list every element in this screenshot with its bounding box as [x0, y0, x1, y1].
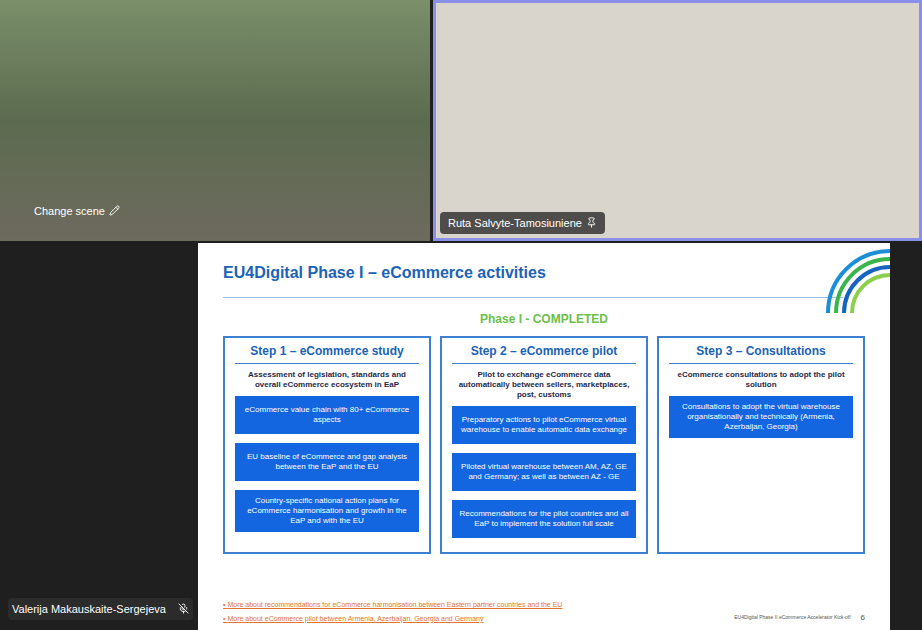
scene-tile[interactable]: Change scene — [0, 0, 430, 241]
video-tiles-row: Change scene Ruta Salvyte-Tamosiuniene — [0, 0, 922, 241]
step-column: Step 3 – Consultations eCommerce consulta… — [657, 336, 865, 554]
step-title: Step 1 – eCommerce study — [235, 342, 419, 364]
presenter-column: Valerija Makauskaite-Sergejeva — [0, 243, 198, 630]
presenter-name-label: Valerija Makauskaite-Sergejeva — [8, 598, 193, 621]
decorative-arcs-icon — [820, 243, 890, 313]
step-item: Consultations to adopt the virtual wareh… — [669, 396, 853, 438]
footer-text: EU4Digital Phase II eCommerce Accelerato… — [734, 614, 850, 622]
step-item: eCommerce value chain with 80+ eCommerce… — [235, 396, 419, 434]
presentation-row: Valerija Makauskaite-Sergejeva EU4Digital… — [0, 241, 922, 630]
slide-title: EU4Digital Phase I – eCommerce activitie… — [223, 261, 843, 298]
step-column: Step 1 – eCommerce study Assessment of le… — [223, 336, 431, 554]
step-title: Step 3 – Consultations — [669, 342, 853, 364]
right-gap — [890, 243, 922, 630]
slide: EU4Digital Phase I – eCommerce activitie… — [198, 243, 890, 630]
slide-link[interactable]: • More about eCommerce pilot between Arm… — [223, 614, 562, 625]
speaker-tile[interactable]: Ruta Salvyte-Tamosiuniene — [433, 0, 922, 241]
speaker-name: Ruta Salvyte-Tamosiuniene — [448, 215, 582, 232]
presenter-name: Valerija Makauskaite-Sergejeva — [12, 601, 166, 618]
pencil-icon — [109, 205, 120, 216]
step-item: Piloted virtual warehouse between AM, AZ… — [452, 453, 636, 491]
change-scene-label: Change scene — [34, 203, 105, 220]
video-call-window: Change scene Ruta Salvyte-Tamosiuniene Val… — [0, 0, 922, 630]
step-items: eCommerce value chain with 80+ eCommerce… — [235, 396, 419, 532]
step-item: Recommendations for the pilot countries … — [452, 500, 636, 538]
slide-status: Phase I - COMPLETED — [223, 310, 865, 328]
change-scene-button[interactable]: Change scene — [30, 201, 124, 222]
step-items: Consultations to adopt the virtual wareh… — [669, 396, 853, 438]
slide-footer: EU4Digital Phase II eCommerce Accelerato… — [734, 612, 865, 624]
links-footer: • More about recommendations for eCommer… — [223, 600, 865, 624]
step-items: Preparatory actions to pilot eCommerce v… — [452, 406, 636, 538]
step-item: Country-specific national action plans f… — [235, 490, 419, 532]
step-title: Step 2 – eCommerce pilot — [452, 342, 636, 364]
step-subtitle: Pilot to exchange eCommerce data automat… — [452, 370, 636, 400]
step-column: Step 2 – eCommerce pilot Pilot to exchang… — [440, 336, 648, 554]
step-item: EU baseline of eCommerce and gap analysi… — [235, 443, 419, 481]
speaker-name-label: Ruta Salvyte-Tamosiuniene — [440, 212, 605, 235]
mic-off-icon — [178, 603, 189, 614]
page-number: 6 — [861, 612, 865, 624]
step-item: Preparatory actions to pilot eCommerce v… — [452, 406, 636, 444]
step-subtitle: Assessment of legislation, standards and… — [235, 370, 419, 390]
links-list: • More about recommendations for eCommer… — [223, 600, 562, 624]
steps-row: Step 1 – eCommerce study Assessment of le… — [223, 336, 865, 554]
step-subtitle: eCommerce consultations to adopt the pil… — [669, 370, 853, 390]
pin-icon — [586, 217, 597, 228]
slide-link[interactable]: • More about recommendations for eCommer… — [223, 600, 562, 611]
